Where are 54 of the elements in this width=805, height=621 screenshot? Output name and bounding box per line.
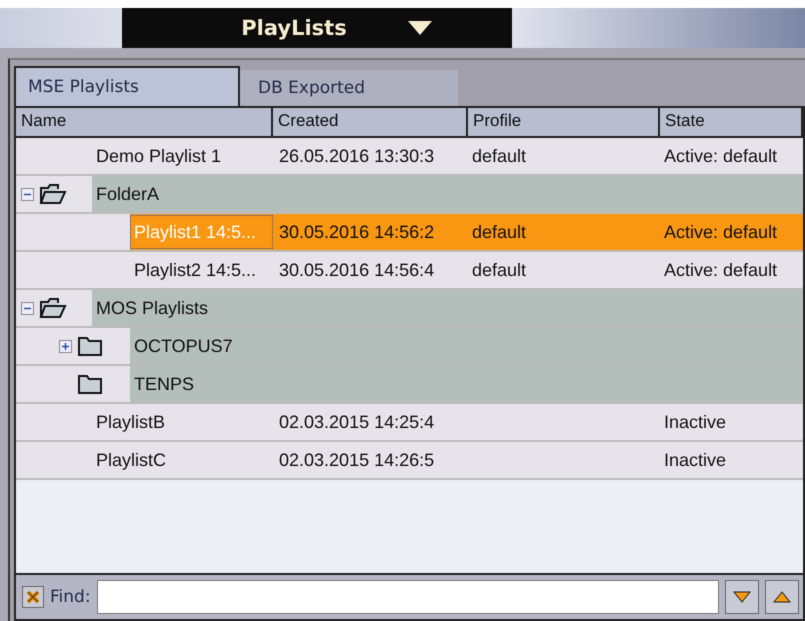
state-cell-text: Active: default [663, 146, 778, 166]
state-cell-text: Active: default [663, 260, 778, 280]
folder-row[interactable]: MOS Playlists [92, 290, 803, 326]
profile-cell-text: default [471, 222, 528, 242]
created-cell-text: 26.05.2016 13:30:3 [278, 146, 436, 166]
column-header[interactable]: Name [16, 108, 273, 136]
playlist-row[interactable]: Playlist1 14:5... 30.05.2016 14:56:2 default Active: default [130, 214, 803, 250]
playlist-row[interactable]: PlaylistC 02.03.2015 14:26:5 Inactive [92, 442, 803, 478]
name-cell-text: PlaylistC [95, 450, 168, 470]
folder-icon [77, 373, 103, 395]
previous-button[interactable] [765, 580, 799, 614]
created-cell-text: 02.03.2015 14:25:4 [278, 412, 436, 432]
collapse-icon[interactable] [20, 188, 34, 200]
folder-name: MOS Playlists [95, 298, 208, 318]
folder-name: OCTOPUS7 [133, 336, 233, 356]
folder-row[interactable]: OCTOPUS7 [130, 328, 803, 364]
column-header[interactable]: Created [273, 108, 468, 136]
collapse-icon[interactable] [20, 302, 34, 314]
up-triangle-icon [773, 591, 791, 603]
dropdown-triangle-icon[interactable] [406, 20, 433, 36]
find-label: Find: [50, 587, 91, 607]
tab[interactable]: MSE Playlists [14, 66, 240, 106]
playlist-row[interactable]: Playlist2 14:5... 30.05.2016 14:56:4 default Active: default [130, 252, 803, 288]
created-cell-text: 30.05.2016 14:56:2 [278, 222, 436, 242]
column-header[interactable]: Profile [468, 108, 660, 136]
folder-row[interactable]: TENPS [130, 366, 803, 402]
folder-icon [77, 335, 103, 357]
tab[interactable]: DB Exported [240, 70, 458, 106]
state-cell-text: Inactive [663, 450, 728, 470]
folder-name: FolderA [95, 184, 160, 204]
playlist-row[interactable]: PlaylistB 02.03.2015 14:25:4 Inactive [92, 404, 803, 440]
name-cell: Playlist1 14:5... [130, 215, 273, 249]
name-cell-text: PlaylistB [95, 412, 166, 432]
state-cell-text: Active: default [663, 222, 778, 242]
find-field[interactable] [96, 580, 719, 614]
name-cell-text: Playlist2 14:5... [133, 260, 258, 280]
expand-icon[interactable] [58, 340, 72, 352]
open-folder-icon [39, 183, 67, 205]
folder-row[interactable]: FolderA [92, 176, 803, 212]
clear-button[interactable] [22, 586, 44, 608]
playlist-row[interactable]: Demo Playlist 1 26.05.2016 13:30:3 default Active: default [92, 138, 803, 174]
created-cell-text: 30.05.2016 14:56:4 [278, 260, 436, 280]
profile-cell-text: default [471, 260, 528, 280]
open-folder-icon [39, 297, 67, 319]
next-button[interactable] [725, 580, 759, 614]
column-header[interactable]: State [660, 108, 803, 136]
created-cell-text: 02.03.2015 14:26:5 [278, 450, 436, 470]
profile-cell-text: default [471, 146, 528, 166]
down-triangle-icon [733, 591, 751, 603]
name-cell-text: Demo Playlist 1 [95, 146, 222, 166]
folder-name: TENPS [133, 374, 194, 394]
close-icon [25, 589, 41, 605]
window-title: PlayLists [241, 16, 347, 40]
state-cell-text: Inactive [663, 412, 728, 432]
